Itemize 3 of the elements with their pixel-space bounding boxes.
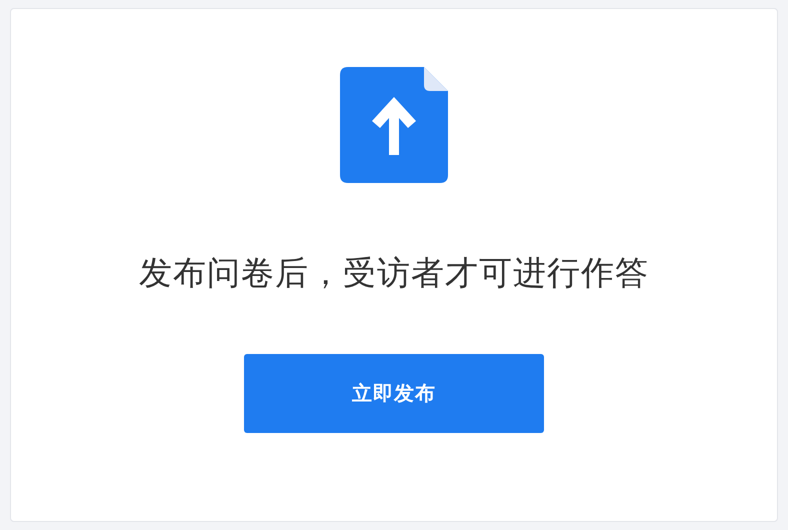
- publish-hint-text: 发布问卷后，受访者才可进行作答: [139, 252, 649, 294]
- publish-button[interactable]: 立即发布: [244, 354, 544, 433]
- file-upload-icon: [340, 67, 448, 183]
